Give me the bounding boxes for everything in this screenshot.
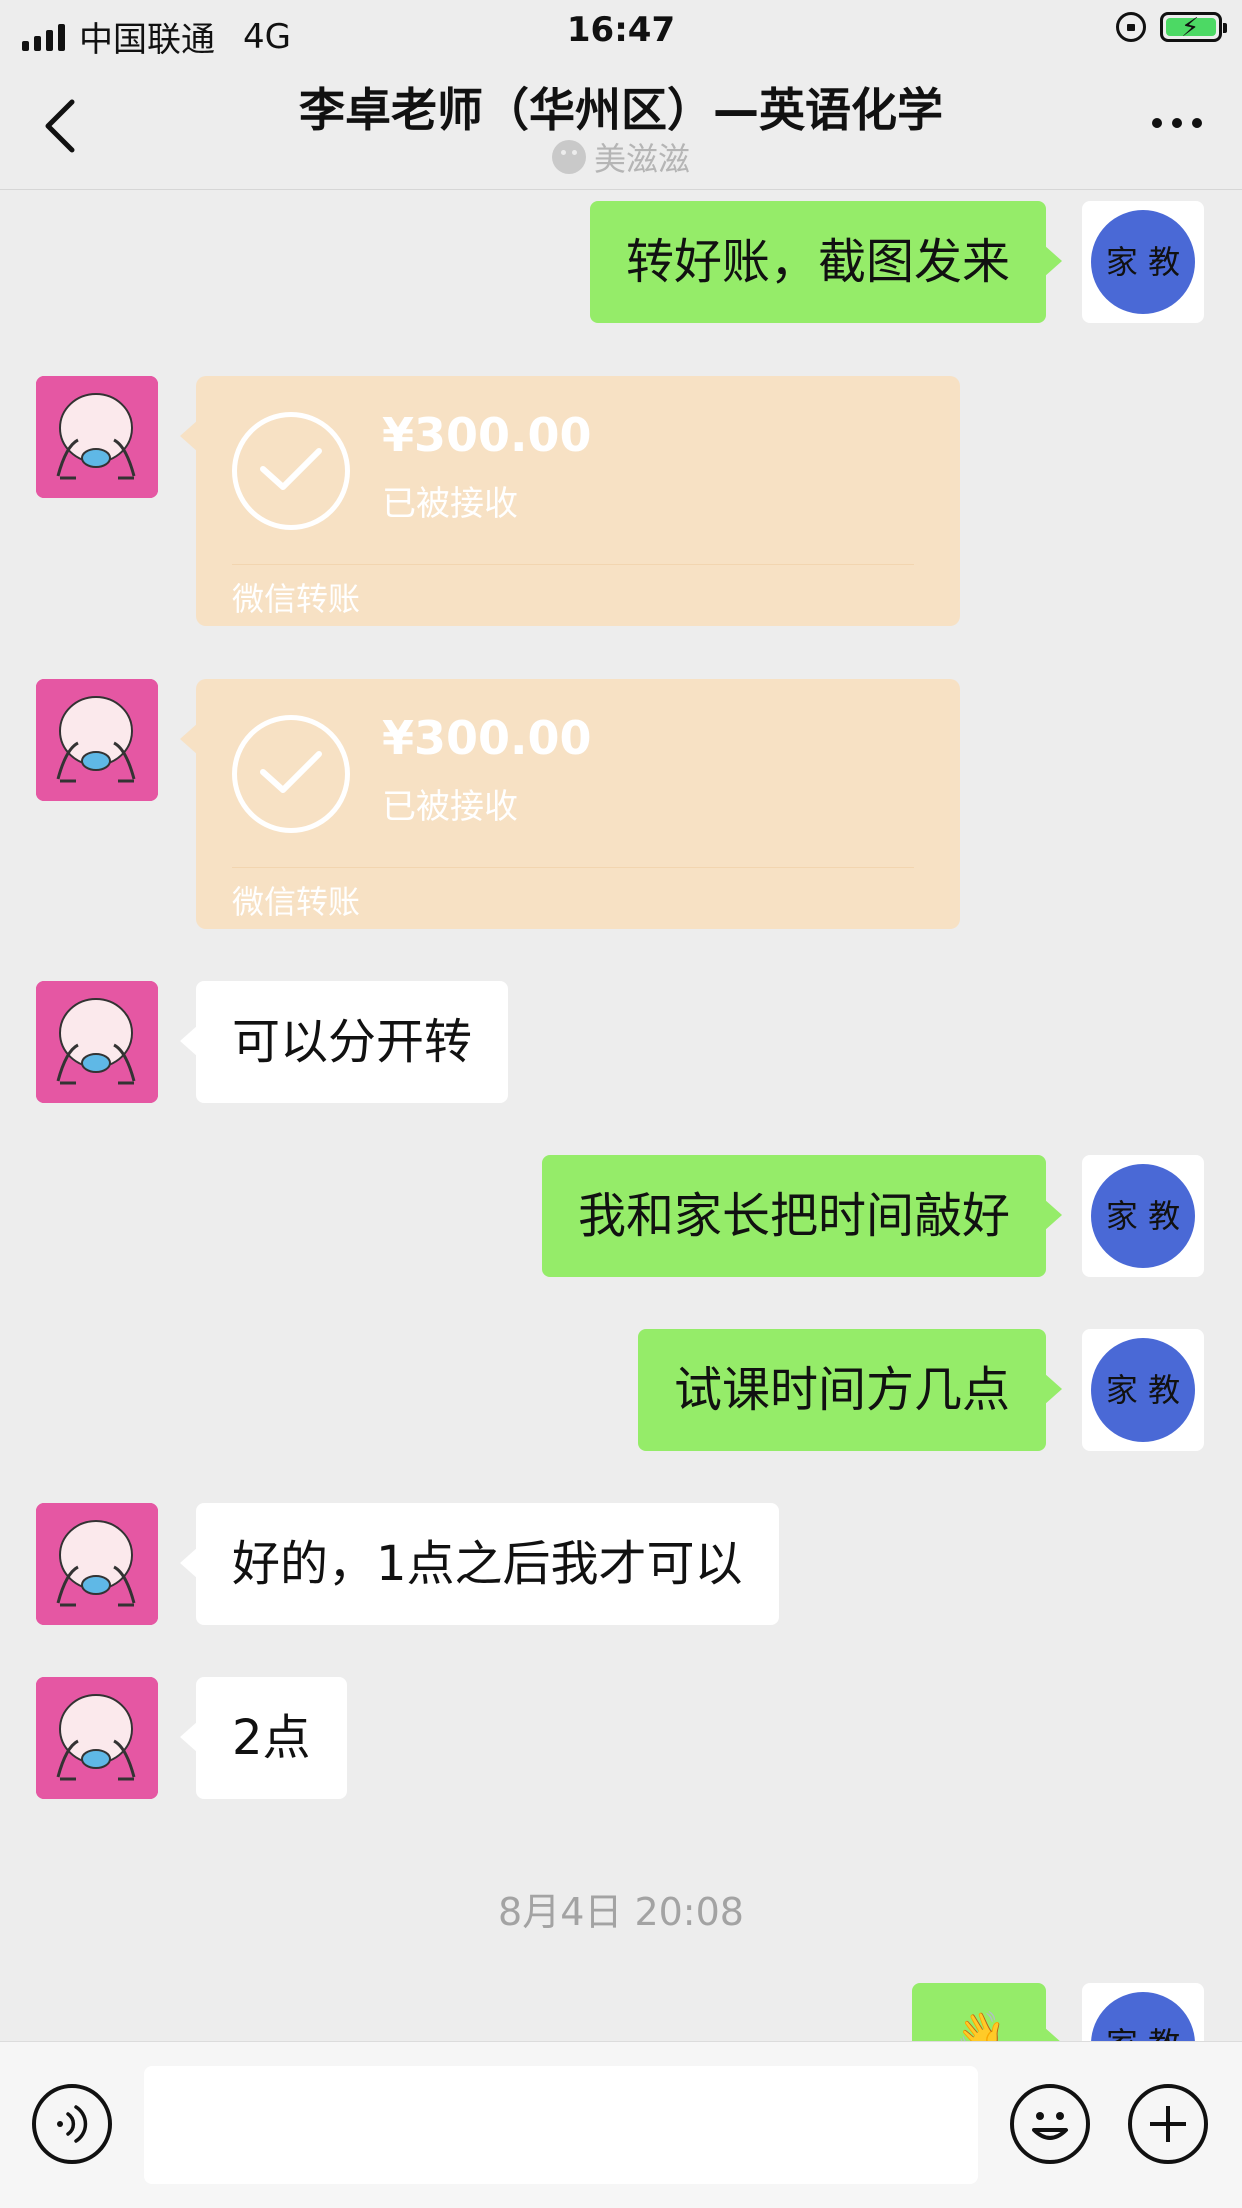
battery-charging-icon: ⚡: [1160, 12, 1227, 43]
check-icon: [232, 412, 350, 530]
transfer-status: 已被接收: [382, 484, 518, 524]
avatar-other[interactable]: [36, 679, 158, 801]
message-input[interactable]: [144, 2066, 978, 2184]
svg-text:家 教: 家 教: [1106, 1197, 1180, 1235]
message-row: 试课时间方几点 家 教: [0, 1329, 1242, 1451]
chat-screen: 中国联通 4G 16:47 ⚡ 李卓老师（华州区）—英语化学 美滋滋 转好账，截…: [0, 0, 1242, 2208]
wave-emoji-icon: 👋: [956, 2010, 1006, 2041]
plus-button[interactable]: [1128, 2084, 1208, 2164]
status-right: ⚡: [1116, 12, 1227, 43]
message-row: 2点: [0, 1677, 1242, 1799]
svg-text:家 教: 家 教: [1106, 243, 1180, 281]
avatar-self[interactable]: 家 教: [1082, 201, 1204, 323]
message-row: 我和家长把时间敲好 家 教: [0, 1155, 1242, 1277]
transfer-status: 已被接收: [382, 787, 518, 827]
tutor-logo-icon: 家 教: [1091, 210, 1195, 314]
status-bar: 中国联通 4G 16:47 ⚡: [0, 0, 1242, 62]
check-icon: [232, 715, 350, 833]
message-row: 转好账，截图发来 家 教: [0, 201, 1242, 323]
divider: [232, 867, 914, 868]
svg-text:家 教: 家 教: [1106, 1371, 1180, 1409]
message-row: 👋 家 教: [0, 1983, 1242, 2041]
transfer-card[interactable]: ¥300.00 已被接收 微信转账: [180, 376, 960, 626]
nav-bar: 李卓老师（华州区）—英语化学 美滋滋: [0, 62, 1242, 190]
subtitle-text: 美滋滋: [593, 140, 690, 178]
message-bubble-self[interactable]: 我和家长把时间敲好: [541, 1155, 1063, 1277]
cartoon-avatar-icon: [36, 1503, 158, 1625]
message-bubble-other[interactable]: 好的，1点之后我才可以: [180, 1503, 779, 1625]
chat-subtitle: 美滋滋: [0, 134, 1242, 180]
cartoon-avatar-icon: [36, 981, 158, 1103]
message-list[interactable]: 转好账，截图发来 家 教 ¥300.00 已被接收 微信转账 ¥300.00 已…: [0, 191, 1242, 2041]
voice-button[interactable]: [32, 2084, 112, 2164]
tutor-logo-icon: 家 教: [1091, 1338, 1195, 1442]
orientation-lock-icon: [1116, 12, 1146, 42]
input-bar: [0, 2041, 1242, 2208]
cartoon-avatar-icon: [36, 679, 158, 801]
avatar-other[interactable]: [36, 1503, 158, 1625]
chat-title: 李卓老师（华州区）—英语化学: [299, 83, 943, 137]
avatar-self[interactable]: 家 教: [1082, 1329, 1204, 1451]
divider: [232, 564, 914, 565]
svg-text:家 教: 家 教: [1106, 2025, 1180, 2041]
cartoon-avatar-icon: [36, 376, 158, 498]
transfer-card[interactable]: ¥300.00 已被接收 微信转账: [180, 679, 960, 929]
message-row: ¥300.00 已被接收 微信转账: [0, 679, 1242, 929]
message-bubble-self[interactable]: 转好账，截图发来: [589, 201, 1063, 323]
avatar-self[interactable]: 家 教: [1082, 1155, 1204, 1277]
message-row: 好的，1点之后我才可以: [0, 1503, 1242, 1625]
emoji-button[interactable]: [1010, 2084, 1090, 2164]
smile-icon: [551, 140, 586, 174]
avatar-other[interactable]: [36, 376, 158, 498]
transfer-amount: ¥300.00: [382, 711, 592, 765]
cartoon-avatar-icon: [36, 1677, 158, 1799]
message-bubble-other[interactable]: 2点: [180, 1677, 347, 1799]
avatar-self[interactable]: 家 教: [1082, 1983, 1204, 2041]
transfer-label: 微信转账: [232, 580, 361, 618]
tutor-logo-icon: 家 教: [1091, 1164, 1195, 1268]
message-bubble-self[interactable]: 👋: [912, 1983, 1062, 2041]
message-row: 可以分开转: [0, 981, 1242, 1103]
transfer-label: 微信转账: [232, 883, 361, 921]
message-row: ¥300.00 已被接收 微信转账: [0, 376, 1242, 626]
status-time: 16:47: [566, 10, 676, 50]
voice-icon: [57, 2105, 88, 2143]
message-bubble-self[interactable]: 试课时间方几点: [637, 1329, 1063, 1451]
avatar-other[interactable]: [36, 981, 158, 1103]
tutor-logo-icon: 家 教: [1091, 1992, 1195, 2041]
more-icon: [1152, 118, 1162, 128]
message-bubble-other[interactable]: 可以分开转: [179, 981, 509, 1103]
emoji-icon: [1032, 2112, 1068, 2140]
transfer-amount: ¥300.00: [382, 408, 592, 462]
more-button[interactable]: [1152, 118, 1202, 128]
avatar-other[interactable]: [36, 1677, 158, 1799]
chat-timestamp: 8月4日 20:08: [498, 1890, 744, 1934]
